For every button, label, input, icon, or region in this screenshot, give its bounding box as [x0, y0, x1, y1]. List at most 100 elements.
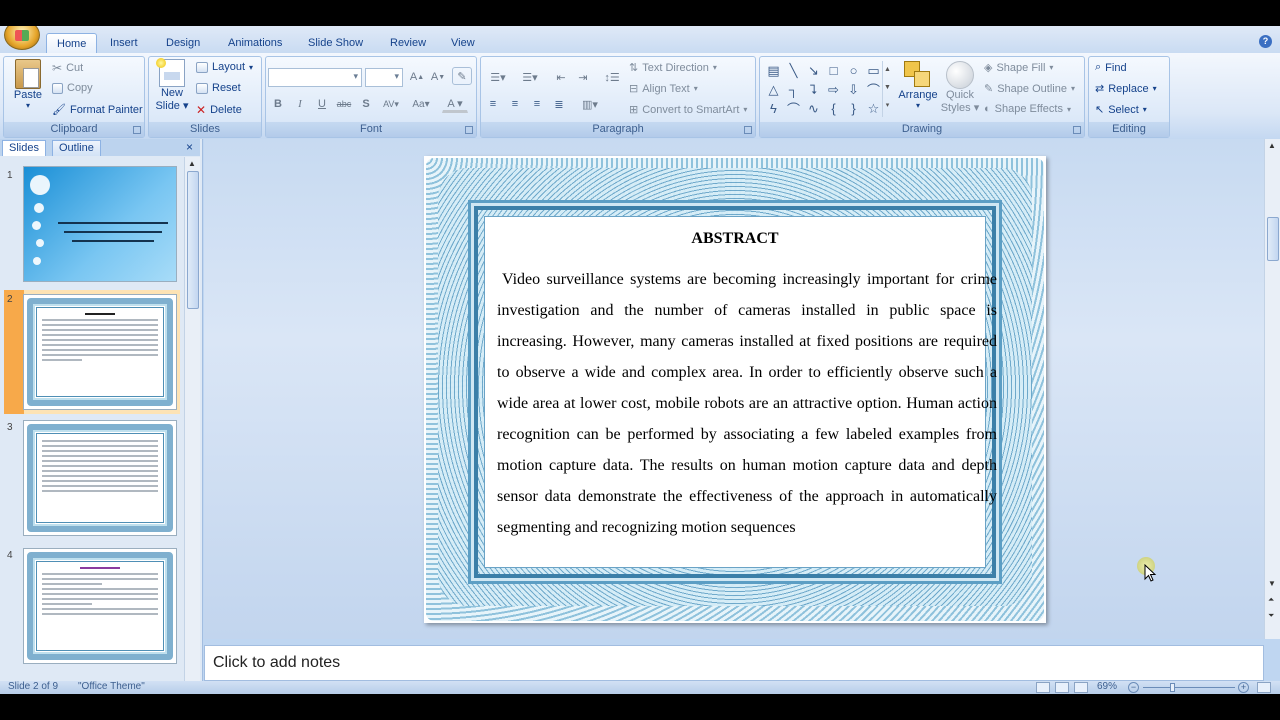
- font-size-combo[interactable]: [365, 68, 403, 87]
- new-slide-button[interactable]: New Slide ▾: [151, 58, 193, 112]
- paste-button[interactable]: Paste ▾: [8, 59, 48, 110]
- clipboard-launcher-icon[interactable]: [133, 126, 141, 134]
- find-button[interactable]: ⌕ Find: [1095, 61, 1127, 74]
- arrange-button[interactable]: Arrange ▾: [896, 59, 940, 110]
- close-pane-icon[interactable]: ×: [186, 140, 193, 154]
- tab-design[interactable]: Design: [156, 33, 210, 53]
- arc-shape-icon[interactable]: ⌒: [866, 82, 881, 98]
- triangle-shape-icon[interactable]: △: [766, 82, 781, 97]
- down-arrow-shape-icon[interactable]: ⇩: [846, 82, 861, 97]
- freeform-shape-icon[interactable]: ∿: [806, 101, 821, 116]
- tab-home[interactable]: Home: [46, 33, 98, 53]
- slide-thumbnail-1[interactable]: [23, 166, 177, 282]
- font-color-icon[interactable]: A ▾: [442, 95, 468, 113]
- align-center-icon[interactable]: ≡: [505, 95, 525, 113]
- align-text-button[interactable]: ⊟ Align Text ▾: [629, 82, 698, 96]
- format-painter-button[interactable]: 🖌 Format Painter: [52, 103, 143, 117]
- tab-insert[interactable]: Insert: [100, 33, 148, 53]
- numbering-icon[interactable]: ☰▾: [515, 68, 545, 86]
- layout-button[interactable]: Layout ▾: [196, 61, 253, 73]
- slide-thumbnail-3[interactable]: [23, 420, 177, 536]
- rounded-rectangle-shape-icon[interactable]: ▭: [866, 63, 881, 78]
- shape-fill-button[interactable]: ◈ Shape Fill ▾: [984, 61, 1053, 75]
- text-direction-button[interactable]: ⇅ Text Direction ▾: [629, 61, 717, 75]
- fit-to-window-icon[interactable]: [1257, 682, 1271, 693]
- slide-sorter-icon[interactable]: [1055, 682, 1069, 693]
- star-shape-icon[interactable]: ☆: [866, 101, 881, 116]
- shadow-icon[interactable]: S: [356, 95, 376, 113]
- slide-body-text[interactable]: Video surveillance systems are becoming …: [497, 264, 997, 543]
- italic-icon[interactable]: I: [290, 95, 310, 113]
- tab-view[interactable]: View: [441, 33, 485, 53]
- previous-slide-icon[interactable]: ⏶: [1268, 595, 1274, 605]
- scrollbar-thumb[interactable]: [1267, 217, 1279, 261]
- grow-font-icon[interactable]: A ▲: [407, 68, 427, 86]
- right-arrow-shape-icon[interactable]: ⇨: [826, 82, 841, 97]
- zoom-level[interactable]: 69%: [1097, 681, 1117, 692]
- paragraph-launcher-icon[interactable]: [744, 126, 752, 134]
- zoom-slider[interactable]: [1143, 683, 1235, 692]
- font-name-combo[interactable]: [268, 68, 362, 87]
- slide-thumbnail-4[interactable]: [23, 548, 177, 664]
- bold-icon[interactable]: B: [268, 95, 288, 113]
- drawing-launcher-icon[interactable]: [1073, 126, 1081, 134]
- cut-button[interactable]: ✂ Cut: [52, 61, 83, 75]
- thumbnails-scrollbar[interactable]: ▲ ▼: [184, 157, 200, 694]
- lightning-shape-icon[interactable]: ϟ: [766, 101, 781, 116]
- scroll-up-icon[interactable]: ▲: [1268, 141, 1276, 150]
- justify-icon[interactable]: ≣: [549, 95, 569, 113]
- clear-formatting-icon[interactable]: ✎: [452, 67, 472, 85]
- increase-indent-icon[interactable]: ⇥: [573, 68, 593, 86]
- tab-slide-show[interactable]: Slide Show: [298, 33, 373, 53]
- strikethrough-icon[interactable]: abc: [334, 95, 354, 113]
- line-spacing-icon[interactable]: ↕☰: [597, 68, 627, 86]
- tab-review[interactable]: Review: [380, 33, 436, 53]
- convert-smartart-button[interactable]: ⊞ Convert to SmartArt ▾: [629, 103, 747, 117]
- shapes-scroll[interactable]: ▲ ▼ ▾: [882, 61, 892, 117]
- notes-pane[interactable]: Click to add notes: [204, 645, 1264, 681]
- elbow-arrow-icon[interactable]: ⮧: [806, 82, 821, 97]
- character-spacing-icon[interactable]: AV▾: [378, 95, 404, 113]
- columns-icon[interactable]: ▥▾: [575, 95, 605, 113]
- reset-button[interactable]: Reset: [196, 82, 241, 94]
- tab-slides[interactable]: Slides: [2, 140, 46, 156]
- left-brace-icon[interactable]: {: [826, 101, 841, 116]
- underline-icon[interactable]: U: [312, 95, 332, 113]
- scroll-up-icon[interactable]: ▲: [188, 159, 196, 168]
- slide-thumbnail-2[interactable]: [23, 294, 177, 410]
- align-left-icon[interactable]: ≡: [483, 95, 503, 113]
- tab-outline[interactable]: Outline: [52, 140, 101, 156]
- zoom-slider-thumb[interactable]: [1170, 683, 1175, 692]
- normal-view-icon[interactable]: [1036, 682, 1050, 693]
- align-right-icon[interactable]: ≡: [527, 95, 547, 113]
- elbow-connector-icon[interactable]: ┐: [786, 82, 801, 97]
- shape-effects-button[interactable]: ◐ Shape Effects ▾: [984, 103, 1071, 115]
- slide-show-icon[interactable]: [1074, 682, 1088, 693]
- slide-title[interactable]: ABSTRACT: [485, 230, 985, 248]
- change-case-icon[interactable]: Aa▾: [408, 95, 434, 113]
- current-slide[interactable]: ABSTRACT Video surveillance systems are …: [424, 156, 1046, 623]
- shape-outline-button[interactable]: ✎ Shape Outline ▾: [984, 82, 1075, 96]
- arrow-shape-icon[interactable]: ↘: [806, 63, 821, 78]
- font-launcher-icon[interactable]: [465, 126, 473, 134]
- copy-button[interactable]: Copy: [52, 82, 93, 94]
- scrollbar-thumb[interactable]: [187, 171, 199, 309]
- decrease-indent-icon[interactable]: ⇤: [551, 68, 571, 86]
- rectangle-shape-icon[interactable]: □: [826, 63, 841, 78]
- office-button[interactable]: [4, 26, 40, 50]
- line-shape-icon[interactable]: ╲: [786, 63, 801, 78]
- zoom-out-icon[interactable]: −: [1128, 682, 1139, 693]
- quick-styles-button[interactable]: Quick Styles ▾: [940, 59, 980, 114]
- replace-button[interactable]: ⇄ Replace ▾: [1095, 82, 1157, 96]
- next-slide-icon[interactable]: ⏷: [1268, 611, 1274, 621]
- oval-shape-icon[interactable]: ○: [846, 63, 861, 78]
- select-button[interactable]: ↖ Select ▾: [1095, 103, 1147, 117]
- curve-shape-icon[interactable]: ⌒: [786, 101, 801, 117]
- right-brace-icon[interactable]: }: [846, 101, 861, 116]
- textbox-shape-icon[interactable]: ▤: [766, 63, 781, 78]
- tab-animations[interactable]: Animations: [218, 33, 292, 53]
- delete-button[interactable]: ✕ Delete: [196, 103, 242, 117]
- help-icon[interactable]: ?: [1259, 35, 1272, 48]
- zoom-in-icon[interactable]: +: [1238, 682, 1249, 693]
- shrink-font-icon[interactable]: A ▼: [428, 68, 448, 86]
